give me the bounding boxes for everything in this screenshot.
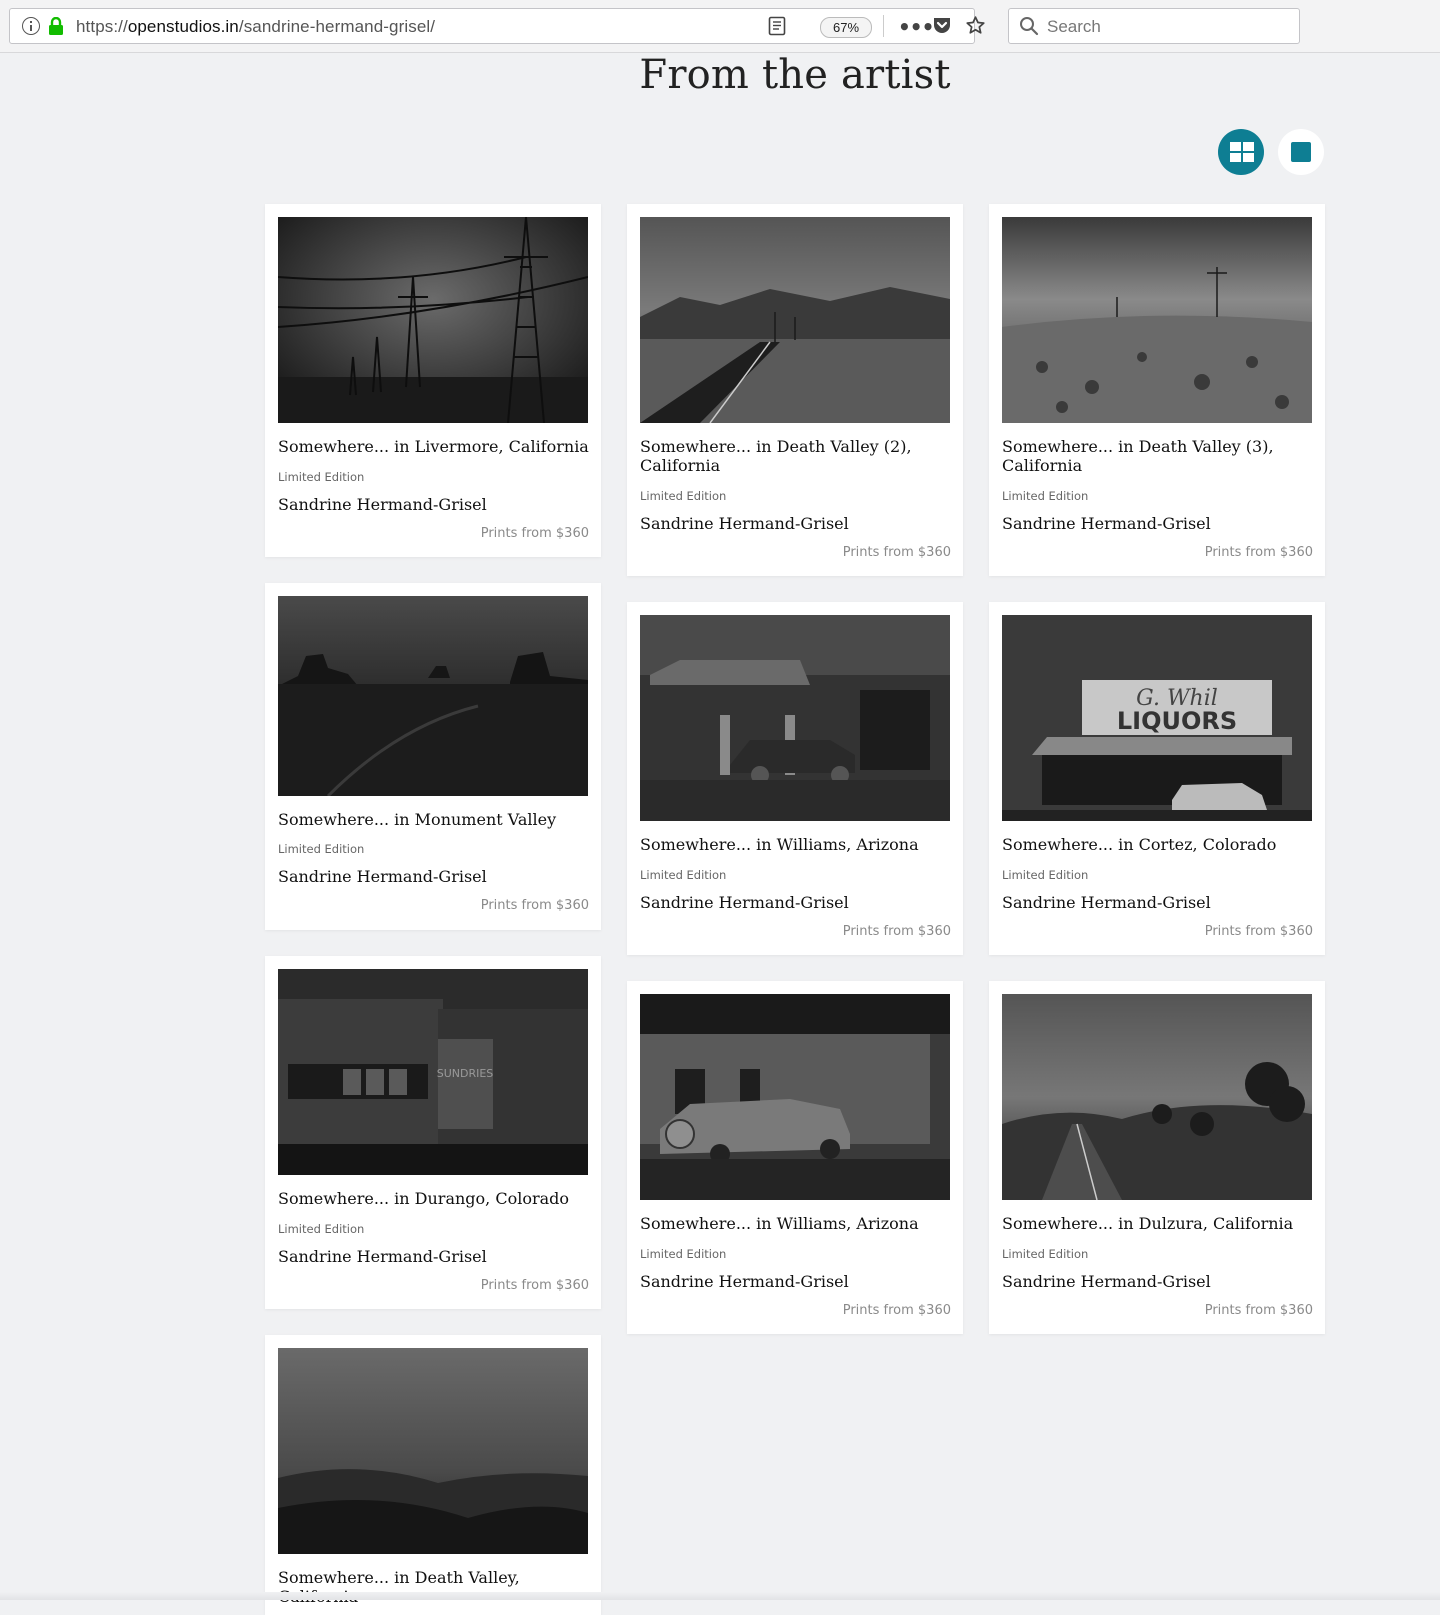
price-label: Prints from $360 xyxy=(842,545,951,560)
edition-label: Limited Edition xyxy=(278,470,365,484)
sign-line-2: LIQUORS xyxy=(1117,707,1237,735)
browser-toolbar: https://openstudios.in/sandrine-hermand-… xyxy=(0,0,1440,53)
artwork-card[interactable]: G. Whil LIQUORS Somewhere... in Cortez, … xyxy=(989,602,1325,955)
pocket-icon[interactable] xyxy=(932,16,952,39)
single-view-icon xyxy=(1291,142,1311,162)
artwork-title[interactable]: Somewhere... in Cortez, Colorado xyxy=(1002,835,1317,854)
artist-name[interactable]: Sandrine Hermand-Grisel xyxy=(640,893,849,912)
artwork-image-dulzura-road[interactable] xyxy=(1002,994,1312,1200)
single-view-button[interactable] xyxy=(1278,129,1324,175)
search-bar[interactable]: Search xyxy=(1008,8,1300,44)
artwork-image-death-valley-desert[interactable] xyxy=(1002,217,1312,423)
artwork-image-power-lines[interactable] xyxy=(278,217,588,423)
artwork-title[interactable]: Somewhere... in Durango, Colorado xyxy=(278,1189,593,1208)
artist-name[interactable]: Sandrine Hermand-Grisel xyxy=(278,867,487,886)
search-icon xyxy=(1019,16,1039,40)
info-icon[interactable] xyxy=(22,17,40,35)
zoom-level[interactable]: 67% xyxy=(820,17,872,38)
grid-view-icon xyxy=(1230,142,1254,162)
artwork-image-monument-valley[interactable] xyxy=(278,596,588,796)
artwork-card[interactable]: SUNDRIES Somewhere... in Durango, Colora… xyxy=(265,956,601,1309)
artwork-card[interactable]: Somewhere... in Livermore, California Li… xyxy=(265,204,601,557)
artwork-image-durango-storefront[interactable]: SUNDRIES xyxy=(278,969,588,1175)
artist-name[interactable]: Sandrine Hermand-Grisel xyxy=(278,1247,487,1266)
artist-name[interactable]: Sandrine Hermand-Grisel xyxy=(640,514,849,533)
url-host: openstudios.in xyxy=(127,17,239,36)
edition-label: Limited Edition xyxy=(640,868,727,882)
price-label: Prints from $360 xyxy=(1204,1303,1313,1318)
artist-name[interactable]: Sandrine Hermand-Grisel xyxy=(1002,893,1211,912)
url-path: /sandrine-hermand-grisel/ xyxy=(238,17,436,36)
edition-label: Limited Edition xyxy=(1002,489,1089,503)
url-bar[interactable]: https://openstudios.in/sandrine-hermand-… xyxy=(9,8,985,44)
page-bottom-edge xyxy=(0,1592,1440,1600)
artwork-card[interactable]: Somewhere... in Williams, Arizona Limite… xyxy=(627,602,963,955)
artist-name[interactable]: Sandrine Hermand-Grisel xyxy=(278,495,487,514)
artwork-image-cortez-liquors[interactable]: G. Whil LIQUORS xyxy=(1002,615,1312,821)
artist-name[interactable]: Sandrine Hermand-Grisel xyxy=(640,1272,849,1291)
edition-label: Limited Edition xyxy=(278,1222,365,1236)
artwork-image-death-valley-road[interactable] xyxy=(640,217,950,423)
artwork-image-williams-gas-station[interactable] xyxy=(640,615,950,821)
more-icon[interactable]: ••• xyxy=(898,15,934,39)
search-input[interactable]: Search xyxy=(1047,17,1101,37)
edition-label: Limited Edition xyxy=(640,1247,727,1261)
bookmark-star-icon[interactable] xyxy=(965,15,986,40)
url-text[interactable]: https://openstudios.in/sandrine-hermand-… xyxy=(76,17,435,37)
artwork-card[interactable]: Somewhere... in Death Valley (3), Califo… xyxy=(989,204,1325,576)
edition-label: Limited Edition xyxy=(1002,868,1089,882)
artwork-card[interactable]: Somewhere... in Williams, Arizona Limite… xyxy=(627,981,963,1334)
price-label: Prints from $360 xyxy=(1204,924,1313,939)
artwork-title[interactable]: Somewhere... in Monument Valley xyxy=(278,810,593,829)
edition-label: Limited Edition xyxy=(640,489,727,503)
artwork-image-williams-classic-car[interactable] xyxy=(640,994,950,1200)
artwork-card[interactable]: Somewhere... in Monument Valley Limited … xyxy=(265,583,601,930)
artwork-image-death-valley[interactable] xyxy=(278,1348,588,1554)
edition-label: Limited Edition xyxy=(278,842,365,856)
artist-name[interactable]: Sandrine Hermand-Grisel xyxy=(1002,1272,1211,1291)
page-title: From the artist xyxy=(639,52,951,98)
price-label: Prints from $360 xyxy=(1204,545,1313,560)
artwork-title[interactable]: Somewhere... in Death Valley (2), Califo… xyxy=(640,437,955,475)
artwork-title[interactable]: Somewhere... in Williams, Arizona xyxy=(640,1214,955,1233)
edition-label: Limited Edition xyxy=(1002,1247,1089,1261)
artwork-title[interactable]: Somewhere... in Death Valley (3), Califo… xyxy=(1002,437,1317,475)
artwork-title[interactable]: Somewhere... in Livermore, California xyxy=(278,437,593,456)
artwork-card[interactable]: Somewhere... in Death Valley (2), Califo… xyxy=(627,204,963,576)
grid-view-button[interactable] xyxy=(1218,129,1264,175)
price-label: Prints from $360 xyxy=(480,1278,589,1293)
price-label: Prints from $360 xyxy=(480,526,589,541)
divider xyxy=(883,15,884,37)
price-label: Prints from $360 xyxy=(842,1303,951,1318)
artwork-title[interactable]: Somewhere... in Williams, Arizona xyxy=(640,835,955,854)
reader-view-icon[interactable] xyxy=(768,16,786,40)
artist-name[interactable]: Sandrine Hermand-Grisel xyxy=(1002,514,1211,533)
artwork-title[interactable]: Somewhere... in Death Valley, California xyxy=(278,1568,593,1606)
artwork-card[interactable]: Somewhere... in Death Valley, California xyxy=(265,1335,601,1615)
artwork-card[interactable]: Somewhere... in Dulzura, California Limi… xyxy=(989,981,1325,1334)
artwork-title[interactable]: Somewhere... in Dulzura, California xyxy=(1002,1214,1317,1233)
price-label: Prints from $360 xyxy=(842,924,951,939)
url-prefix: https:// xyxy=(76,17,128,36)
svg-text:SUNDRIES: SUNDRIES xyxy=(437,1067,494,1080)
price-label: Prints from $360 xyxy=(480,898,589,913)
lock-icon[interactable] xyxy=(48,16,64,39)
